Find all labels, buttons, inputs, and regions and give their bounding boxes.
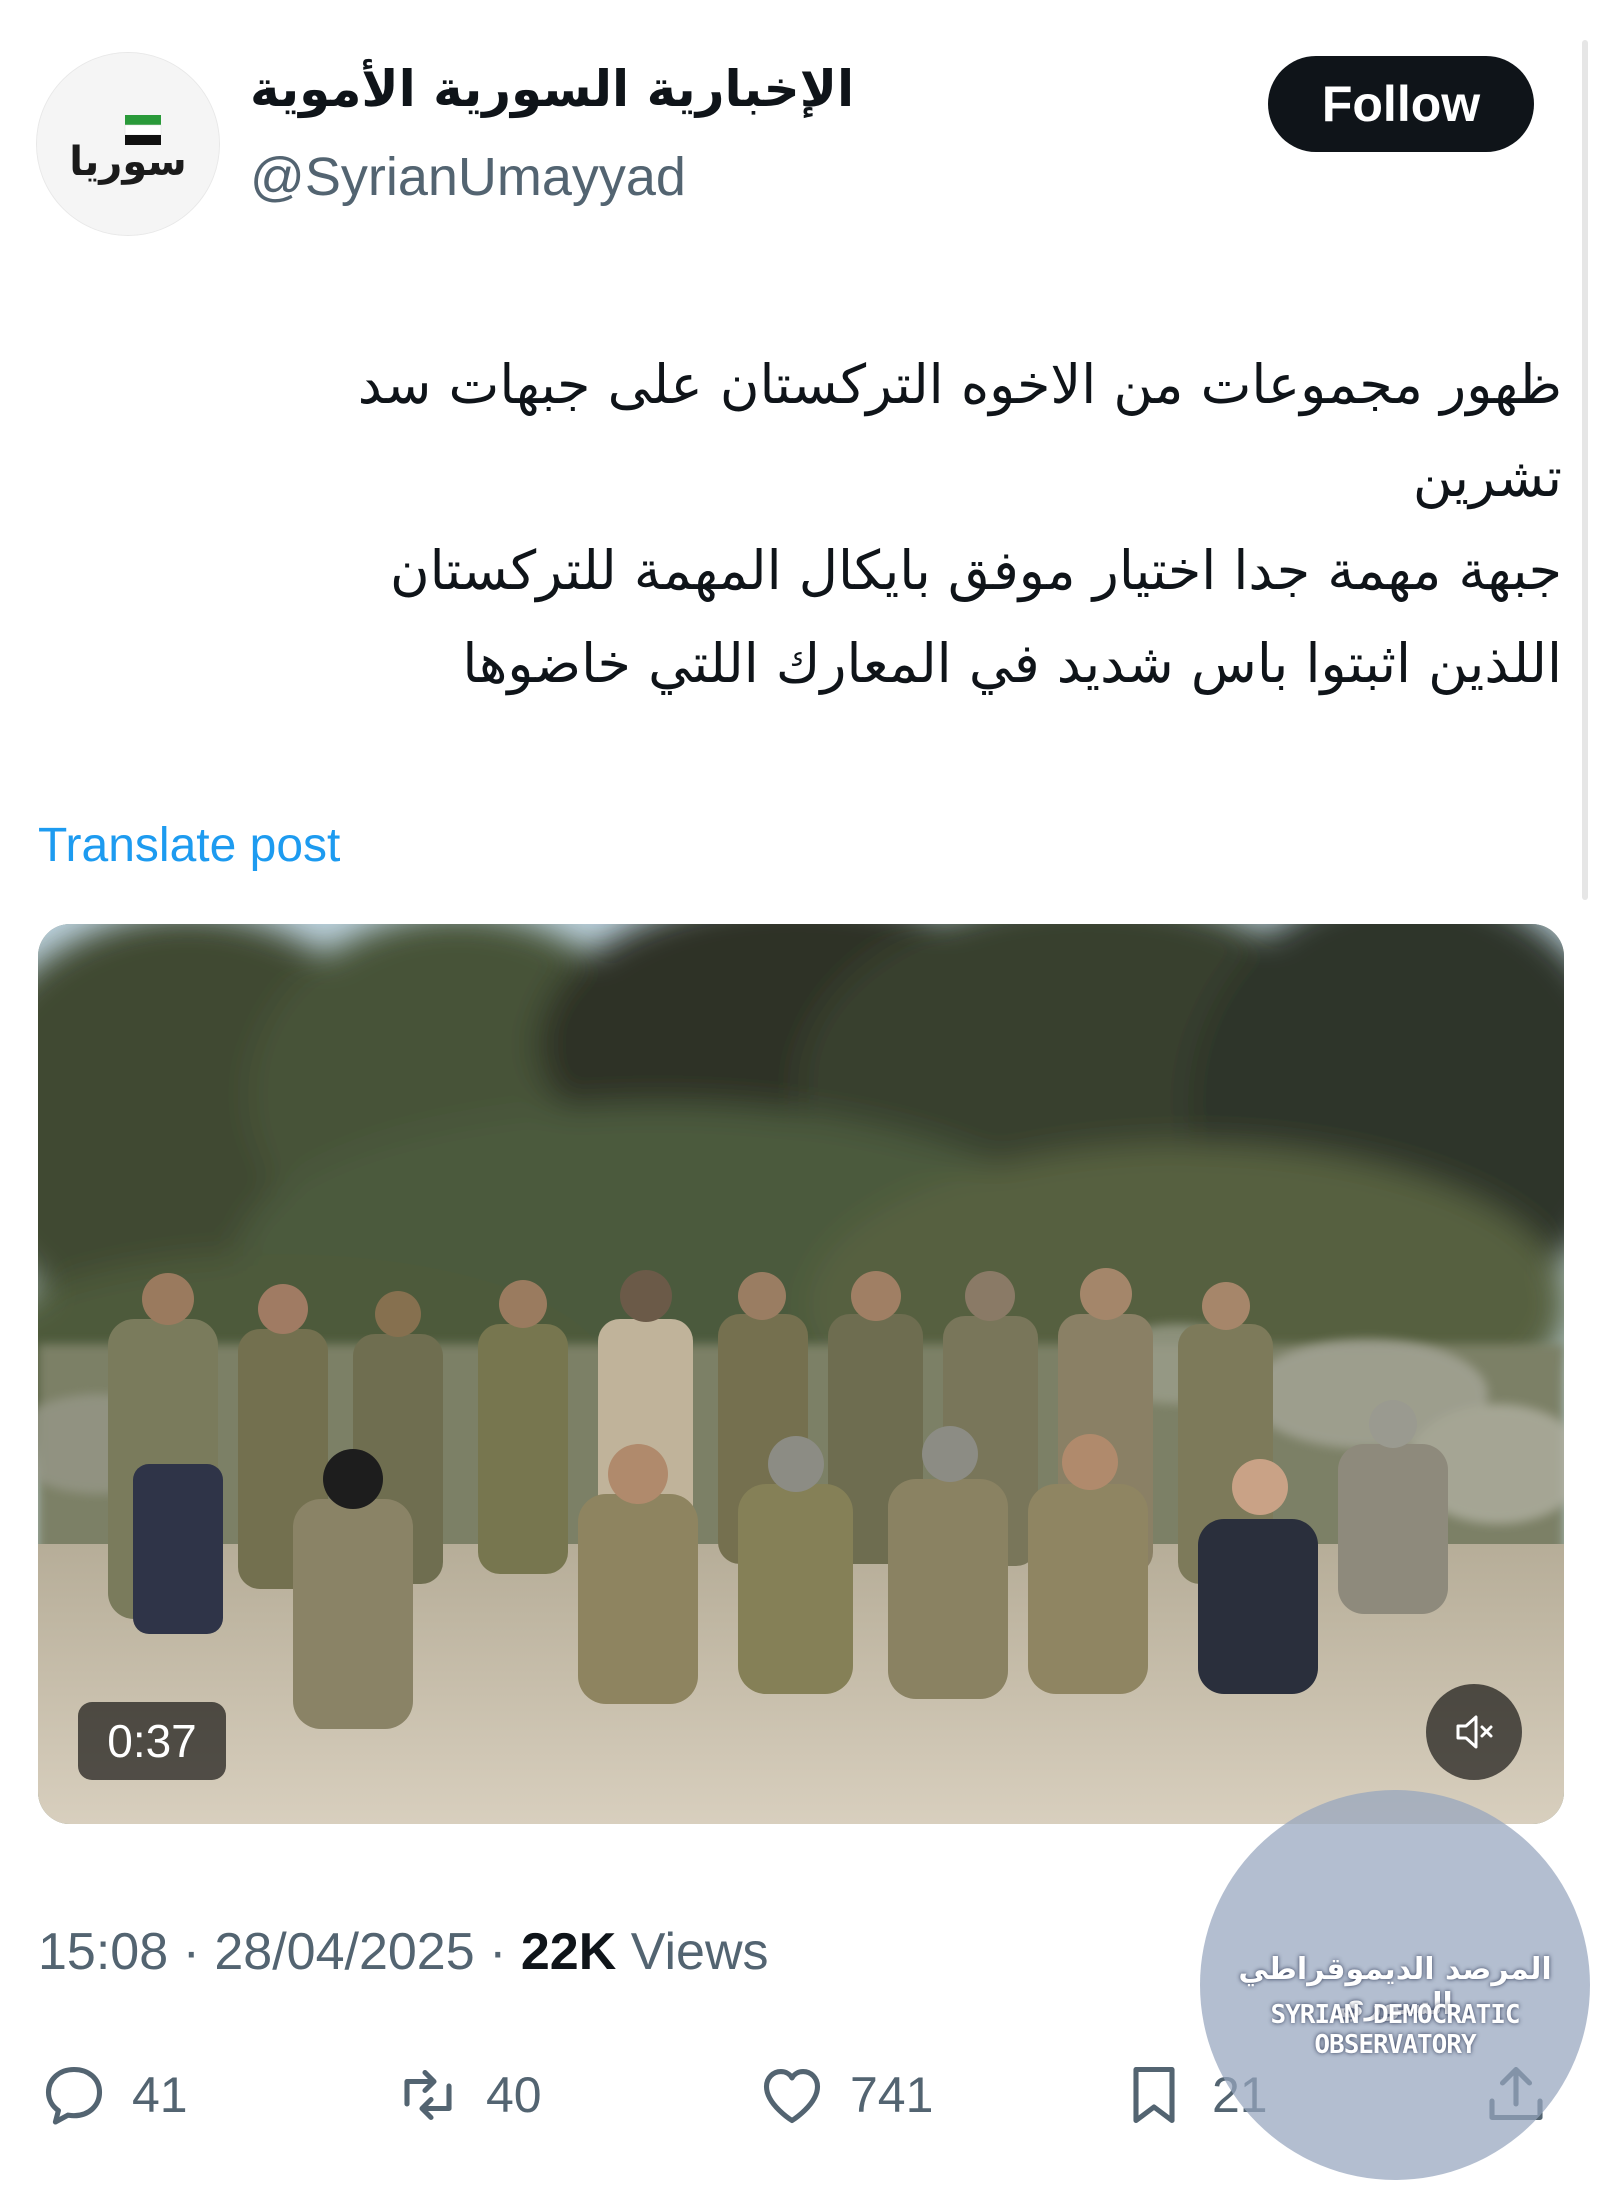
- post-time[interactable]: 15:08: [38, 1923, 168, 1981]
- avatar-logo-text: سوريا: [69, 139, 186, 185]
- speaker-muted-icon: [1456, 1715, 1493, 1749]
- reply-button[interactable]: 41: [38, 2050, 188, 2140]
- account-handle[interactable]: @SyrianUmayyad: [250, 146, 686, 208]
- meta-separator: ·: [489, 1923, 507, 1981]
- post-text-line: ظهور مجموعات من الاخوه التركستان على جبه…: [357, 353, 1562, 416]
- post-meta: 15:08 · 28/04/2025 · 22K Views: [38, 1922, 769, 1982]
- meta-separator: ·: [182, 1923, 200, 1981]
- post-text-line: تشرين: [1412, 446, 1562, 509]
- repost-icon: [404, 2069, 452, 2121]
- account-avatar[interactable]: سوريا: [36, 52, 220, 236]
- views-count: 22K: [520, 1923, 617, 1981]
- heart-icon: [763, 2069, 821, 2124]
- watermark-logo: المرصد الديموقراطي السوري SYRIAN DEMOCRA…: [1200, 1790, 1590, 2180]
- video-duration: 0:37: [78, 1702, 226, 1780]
- display-name[interactable]: الإخبارية السورية الأموية: [250, 60, 854, 118]
- like-count: 741: [850, 2067, 934, 2123]
- views-label: Views: [630, 1923, 769, 1981]
- scrollbar[interactable]: [1582, 40, 1588, 900]
- reply-icon: [45, 2066, 103, 2125]
- post-text-line: جبهة مهمة جدا اختيار موفق بايكال المهمة …: [389, 539, 1562, 602]
- reply-count: 41: [132, 2067, 188, 2123]
- post-date[interactable]: 28/04/2025: [214, 1923, 474, 1981]
- video-frame: [38, 924, 1564, 1824]
- follow-button[interactable]: Follow: [1268, 56, 1534, 152]
- post-text-line: اللذين اثبتوا باس شديد في المعارك اللتي …: [462, 632, 1562, 695]
- like-button[interactable]: 741: [756, 2050, 933, 2140]
- video-player[interactable]: 0:37: [38, 924, 1564, 1824]
- repost-count: 40: [486, 2067, 542, 2123]
- bookmark-icon: [1133, 2066, 1175, 2124]
- post-text: ظهور مجموعات من الاخوه التركستان على جبه…: [102, 338, 1562, 710]
- watermark-english-text: SYRIAN DEMOCRATIC OBSERVATORY: [1270, 2000, 1520, 2060]
- translate-post-link[interactable]: Translate post: [38, 818, 340, 873]
- mute-button[interactable]: [1426, 1684, 1522, 1780]
- repost-button[interactable]: 40: [392, 2050, 542, 2140]
